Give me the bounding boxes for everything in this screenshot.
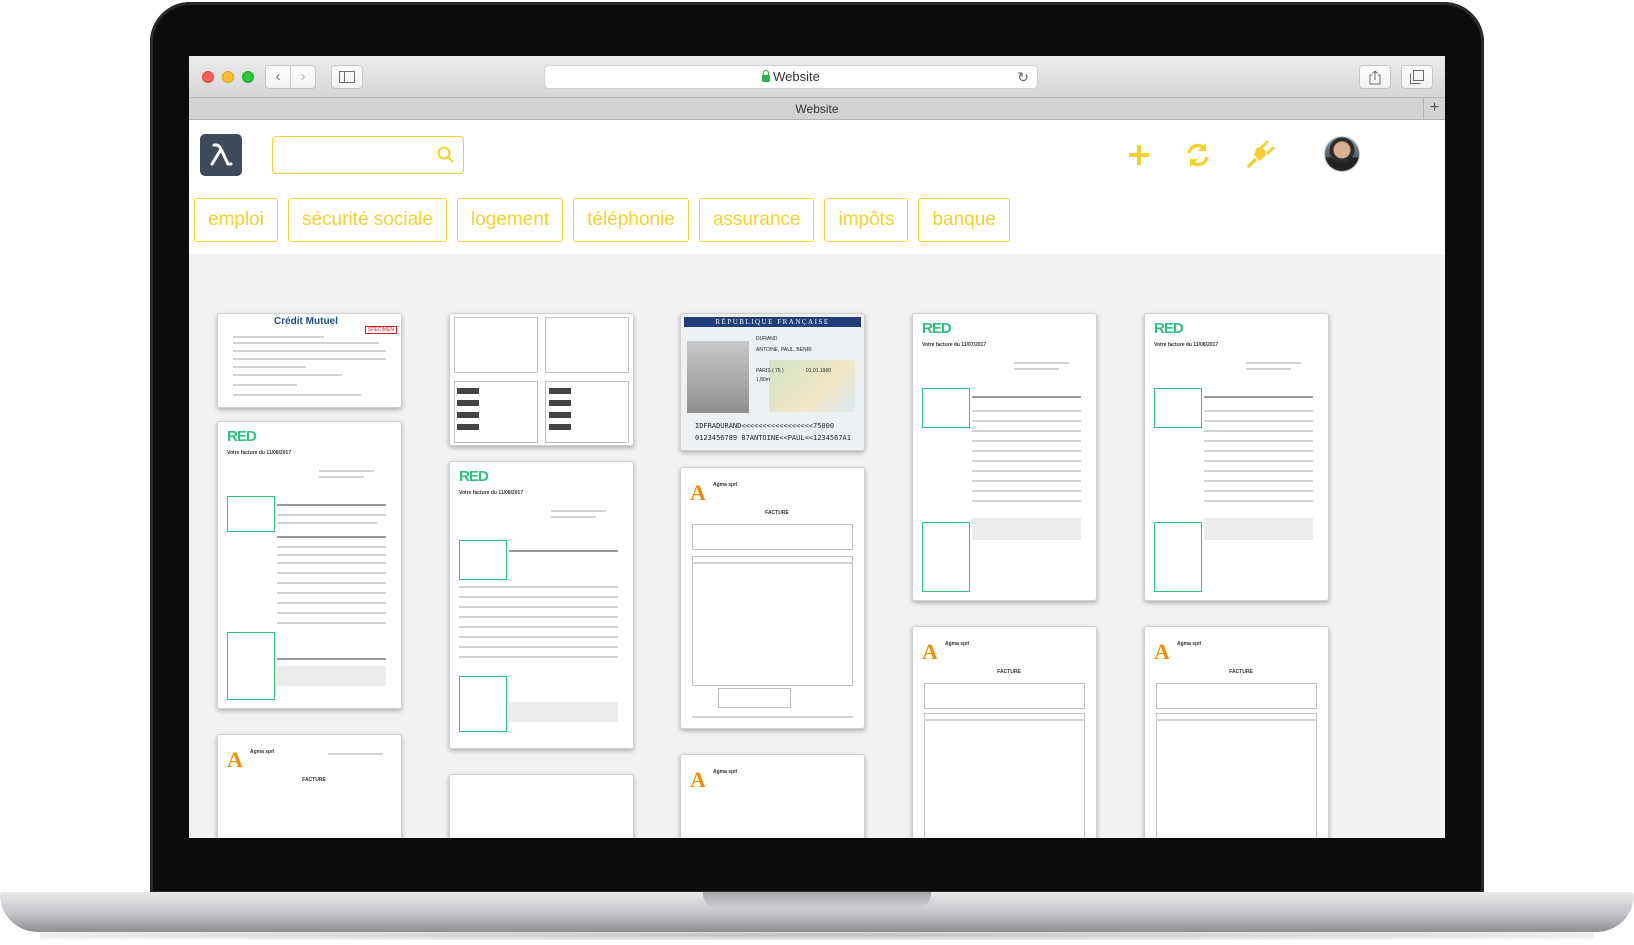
sync-button[interactable] — [1183, 140, 1213, 170]
invoice-heading: FACTURE — [997, 669, 1021, 675]
chevron-left-icon: ‹ — [275, 68, 281, 85]
category-chip-telephonie[interactable]: téléphonie — [573, 198, 689, 242]
company-name: Agma sprl — [713, 769, 738, 775]
category-chip-assurance[interactable]: assurance — [698, 198, 815, 242]
invoice-title: Votre facture du 11/08/2017 — [1154, 342, 1219, 348]
specimen-stamp: SPECIMEN — [364, 326, 397, 334]
id-mrz-line-1: IDFRADURAND<<<<<<<<<<<<<<<<<75000 — [695, 422, 835, 430]
share-icon — [1369, 70, 1381, 85]
address-bar[interactable]: Website ↻ — [544, 65, 1038, 89]
red-logo: RED — [227, 428, 257, 445]
id-mrz-line-2: 0123456789 87ANTOINE<<PAUL<<1234567A1 — [695, 434, 851, 442]
sync-icon — [1187, 143, 1209, 167]
back-button[interactable]: ‹ — [265, 65, 291, 89]
invoice-title: Votre facture du 11/08/2017 — [459, 490, 524, 496]
search-icon[interactable] — [437, 146, 454, 163]
zoom-window-button[interactable] — [242, 71, 254, 83]
add-document-button[interactable] — [1124, 140, 1154, 170]
forward-button[interactable]: › — [290, 65, 316, 89]
document-card-agma-invoice-2[interactable]: A Agma sprl FACTURE — [680, 467, 865, 729]
invoice-heading: FACTURE — [765, 510, 789, 516]
tab-bar: Website + — [189, 98, 1445, 120]
invoice-title: Votre facture du 11/08/2017 — [227, 450, 292, 456]
document-card-red-invoice-4[interactable]: RED Votre facture du 11/08/2017 — [1144, 313, 1329, 601]
credit-mutuel-logo: Crédit Mutuel — [274, 316, 338, 327]
document-card-bank-rib[interactable]: Crédit Mutuel SPECIMEN — [217, 313, 402, 408]
lambda-logo-icon — [210, 143, 233, 166]
document-card-agma-invoice-4[interactable]: A Agma sprl FACTURE — [912, 626, 1097, 838]
document-grid: Crédit Mutuel SPECIMEN RED Votre facture… — [189, 254, 1445, 838]
company-name: Agma sprl — [713, 482, 738, 488]
document-card-red-invoice[interactable]: RED Votre facture du 11/08/2017 — [217, 421, 402, 709]
app-logo[interactable] — [200, 134, 242, 176]
sidebar-icon — [339, 71, 355, 83]
search-box[interactable] — [272, 136, 464, 174]
reload-icon[interactable]: ↻ — [1017, 66, 1029, 88]
category-filter-bar: emploi sécurité sociale logement télépho… — [194, 198, 1010, 242]
company-name: Agma sprl — [945, 641, 970, 647]
document-card-agma-invoice-5[interactable]: A Agma sprl FACTURE — [1144, 626, 1329, 838]
browser-toolbar: ‹ › Website ↻ — [189, 56, 1445, 98]
user-avatar[interactable] — [1324, 136, 1360, 172]
tab-title[interactable]: Website — [795, 102, 838, 116]
sidebar-toggle-button[interactable] — [331, 65, 363, 89]
show-tabs-button[interactable] — [1401, 65, 1433, 89]
agma-logo: A — [227, 747, 243, 772]
new-tab-button[interactable]: + — [1423, 98, 1445, 120]
tabs-icon — [1410, 70, 1424, 84]
document-card-agma-invoice[interactable]: A Agma sprl FACTURE — [217, 734, 402, 838]
app-content: emploi sécurité sociale logement télépho… — [189, 120, 1445, 838]
minimize-window-button[interactable] — [222, 71, 234, 83]
id-given-names: ANTOINE, PAUL, BENRI — [756, 347, 812, 353]
browser-window: ‹ › Website ↻ Website + emploi sécurité … — [189, 56, 1445, 838]
chevron-right-icon: › — [300, 68, 306, 85]
id-photo — [687, 341, 749, 413]
document-card-id-card[interactable]: RÉPUBLIQUE FRANÇAISE DURAND ANTOINE, PAU… — [680, 313, 865, 451]
address-text: Website — [773, 69, 820, 84]
search-input[interactable] — [281, 137, 431, 171]
plugin-button[interactable] — [1245, 140, 1275, 170]
invoice-heading: FACTURE — [302, 777, 326, 783]
document-card-red-invoice-2[interactable]: RED Votre facture du 11/08/2017 — [449, 461, 634, 749]
document-card-tax-form[interactable] — [449, 313, 634, 446]
plus-icon — [1129, 145, 1149, 165]
id-surname: DURAND — [756, 336, 778, 342]
id-birth-date: 01.01.1960 — [806, 368, 832, 374]
document-card-red-invoice-3[interactable]: RED Votre facture du 11/07/2017 — [912, 313, 1097, 601]
company-name: Agma sprl — [1177, 641, 1202, 647]
close-window-button[interactable] — [202, 71, 214, 83]
red-logo: RED — [459, 468, 489, 485]
id-card-header: RÉPUBLIQUE FRANÇAISE — [684, 317, 861, 327]
category-chip-banque[interactable]: banque — [918, 198, 1010, 242]
laptop-notch — [703, 892, 931, 908]
category-chip-emploi[interactable]: emploi — [194, 198, 278, 242]
lock-icon — [762, 70, 771, 82]
invoice-heading: FACTURE — [1229, 669, 1253, 675]
category-chip-securite-sociale[interactable]: sécurité sociale — [287, 198, 447, 242]
agma-logo: A — [690, 480, 706, 505]
id-birth-place: PARIS ( 75 ) — [756, 368, 784, 374]
company-name: Agma sprl — [250, 749, 275, 755]
invoice-title: Votre facture du 11/07/2017 — [922, 342, 987, 348]
plug-icon — [1247, 140, 1275, 168]
red-logo: RED — [922, 320, 952, 337]
document-card-agma-invoice-3[interactable]: A Agma sprl — [680, 754, 865, 838]
agma-logo: A — [690, 767, 706, 792]
share-button[interactable] — [1359, 65, 1391, 89]
document-card-partial[interactable] — [449, 774, 634, 838]
red-logo: RED — [1154, 320, 1184, 337]
id-height: 1,80m — [756, 377, 770, 383]
category-chip-impots[interactable]: impôts — [824, 198, 909, 242]
category-chip-logement[interactable]: logement — [456, 198, 564, 242]
agma-logo: A — [922, 639, 938, 664]
agma-logo: A — [1154, 639, 1170, 664]
